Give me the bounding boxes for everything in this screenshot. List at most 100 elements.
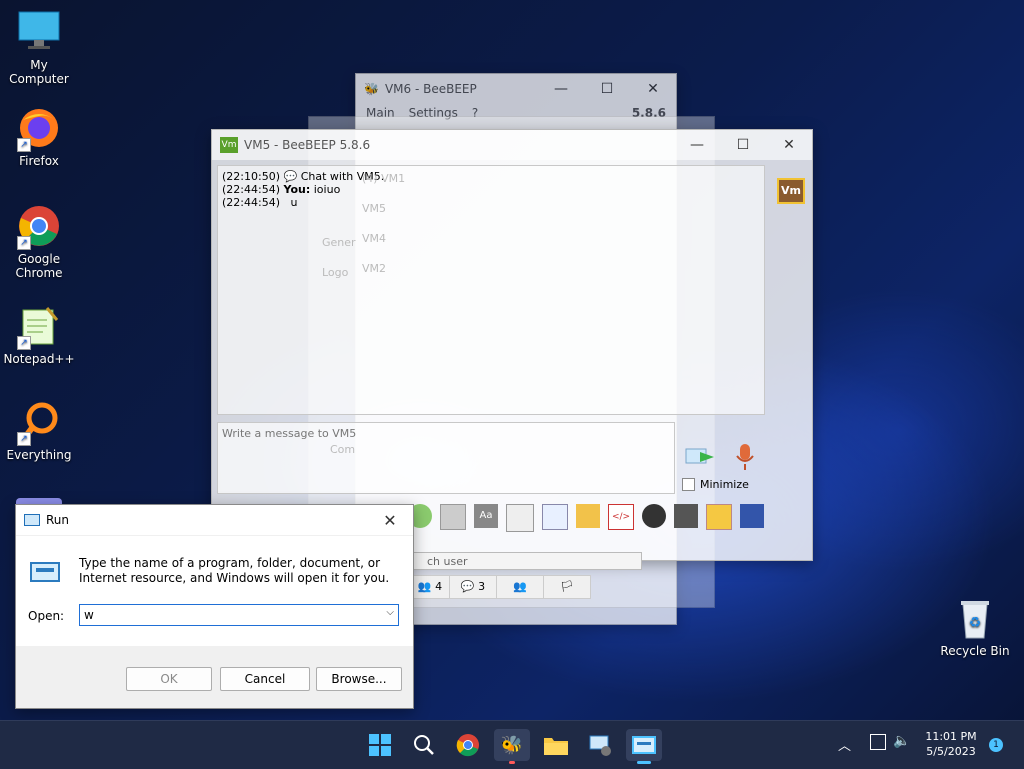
desktop-icon-label-line1: Google: [17, 252, 61, 266]
microphone-icon[interactable]: [734, 442, 756, 472]
run-icon: [632, 736, 656, 754]
vm5-avatar: Vm: [777, 178, 805, 204]
vm6-maximize-button[interactable]: ☐: [584, 74, 630, 104]
notification-badge[interactable]: 1: [989, 738, 1003, 752]
run-open-input[interactable]: w ⌵: [79, 604, 399, 626]
code-icon[interactable]: </>: [608, 504, 634, 530]
desktop-icon-firefox[interactable]: ↗ Firefox: [1, 106, 77, 168]
run-icon: [24, 514, 40, 526]
run-title: Run: [46, 513, 70, 527]
vm6-tab-chats[interactable]: 💬 3: [450, 576, 497, 598]
vm5-close-button[interactable]: ✕: [766, 130, 812, 160]
folder-share-icon[interactable]: [576, 504, 600, 528]
vm5-chat-area[interactable]: (22:10:50) 💬 Chat with VM5. (22:44:54) Y…: [217, 165, 765, 415]
shortcut-arrow-icon: ↗: [17, 236, 31, 250]
desktop-icon-everything[interactable]: ↗ Everything: [1, 400, 77, 462]
taskbar-clock[interactable]: 11:01 PM 5/5/2023: [920, 729, 982, 759]
run-ok-button[interactable]: OK: [126, 667, 212, 691]
recycle-bin-icon: ♻: [953, 596, 997, 640]
vm5-toolbar: Aa </>: [408, 504, 764, 532]
vm6-titlebar[interactable]: 🐝 VM6 - BeeBEEP — ☐ ✕: [356, 74, 676, 104]
minimize-checkbox[interactable]: [682, 478, 695, 491]
taskbar-search-button[interactable]: [406, 729, 442, 761]
chat-bubble-icon: 💬: [283, 170, 298, 183]
floppy-save-icon[interactable]: [740, 504, 764, 528]
ghost-user-list: (4) VM1 VM5 VM4 VM2: [362, 172, 532, 292]
vm5-maximize-button[interactable]: ☐: [720, 130, 766, 160]
desktop-icon-label-line2: Chrome: [15, 266, 63, 280]
ghost-user: VM2: [362, 262, 387, 275]
volume-icon[interactable]: 🔈: [893, 733, 910, 749]
desktop-icon-label: Firefox: [19, 154, 59, 168]
shortcut-arrow-icon: ↗: [17, 336, 31, 350]
send-message-icon[interactable]: [684, 444, 716, 470]
remote-desktop-icon: [589, 735, 611, 756]
minimize-checkbox-row[interactable]: Minimize: [682, 478, 749, 491]
desktop-icon-my-computer[interactable]: My Computer: [1, 10, 77, 86]
desktop-icon-google-chrome[interactable]: ↗ Google Chrome: [1, 204, 77, 280]
vm6-close-button[interactable]: ✕: [630, 74, 676, 104]
network-icon[interactable]: [870, 734, 886, 750]
ghost-sidebar-com: Com: [330, 443, 356, 456]
run-cancel-button[interactable]: Cancel: [220, 667, 310, 691]
computer-icon: [17, 10, 61, 54]
shortcut-arrow-icon: ↗: [17, 432, 31, 446]
chrome-icon: ↗: [17, 204, 61, 250]
taskbar-beebeep-button[interactable]: 🐝: [494, 729, 530, 764]
taskbar-chrome-button[interactable]: [450, 729, 486, 761]
svg-text:♻: ♻: [969, 615, 982, 631]
vm6-tab-shares-icon[interactable]: 🏳: [544, 576, 590, 598]
taskbar-file-explorer-button[interactable]: [538, 729, 574, 761]
everything-search-icon: ↗: [17, 400, 61, 446]
firefox-icon: ↗: [17, 106, 61, 152]
show-hidden-icons-chevron-icon[interactable]: ︿: [838, 735, 851, 754]
search-icon: [414, 735, 434, 755]
vm6-tab-groups-icon[interactable]: 👥: [497, 576, 544, 598]
screenshot-icon[interactable]: [440, 504, 466, 530]
desktop-icon-notepadpp[interactable]: ↗ Notepad++: [1, 304, 77, 366]
run-description: Type the name of a program, folder, docu…: [79, 556, 390, 585]
clock-time: 11:01 PM: [925, 730, 977, 743]
camera-icon[interactable]: [642, 504, 666, 528]
vm5-titlebar[interactable]: Vm VM5 - BeeBEEP 5.8.6 — ☐ ✕: [212, 130, 812, 160]
minimize-label: Minimize: [700, 478, 749, 491]
vm5-message-input[interactable]: Write a message to VM5: [217, 422, 675, 494]
desktop-icon-label: Notepad++: [3, 352, 75, 366]
save-chat-icon[interactable]: [542, 504, 568, 530]
run-close-button[interactable]: ✕: [367, 505, 413, 535]
run-open-value: w: [84, 608, 94, 622]
run-browse-button[interactable]: Browse...: [316, 667, 402, 691]
vm6-minimize-button[interactable]: —: [538, 74, 584, 104]
desktop-icon-recycle-bin[interactable]: ♻ Recycle Bin: [937, 596, 1013, 658]
ghost-user: VM5: [362, 202, 387, 215]
windows-logo-icon: [369, 734, 391, 756]
taskbar-active-indicator: [637, 761, 651, 764]
font-icon[interactable]: Aa: [474, 504, 498, 528]
desktop-icon-label: My Computer: [9, 58, 69, 86]
vm6-search-user-input[interactable]: ch user: [412, 552, 642, 570]
start-button[interactable]: [362, 729, 398, 761]
vm6-tab-users[interactable]: 👥 4: [411, 576, 450, 598]
settings-icon[interactable]: [706, 504, 732, 530]
run-body: Type the name of a program, folder, docu…: [16, 536, 413, 646]
vm5-beebeep-window[interactable]: Vm VM5 - BeeBEEP 5.8.6 — ☐ ✕ (22:10:50) …: [211, 129, 813, 561]
desktop-icon-label: Everything: [6, 448, 72, 462]
run-titlebar[interactable]: Run ✕: [16, 505, 413, 535]
taskbar-network-app-button[interactable]: [582, 729, 618, 761]
run-dialog[interactable]: Run ✕ Type the name of a program, folder…: [15, 504, 414, 709]
vm5-minimize-button[interactable]: —: [674, 130, 720, 160]
history-icon[interactable]: [674, 504, 698, 528]
vm6-bottom-tabs: 👥 4 💬 3 👥 🏳: [410, 575, 591, 599]
chevron-down-icon[interactable]: ⌵: [386, 607, 394, 618]
bee-icon: 🐝: [364, 82, 379, 96]
vm6-title: VM6 - BeeBEEP: [384, 82, 477, 96]
bee-icon: 🐝: [500, 734, 524, 756]
taskbar-run-button[interactable]: [626, 729, 662, 764]
file-icon[interactable]: [506, 504, 534, 532]
clock-date: 5/5/2023: [926, 745, 976, 758]
ghost-user: VM4: [362, 232, 387, 245]
vm5-title: VM5 - BeeBEEP 5.8.6: [244, 138, 371, 152]
beebeep-vm-icon: Vm: [220, 137, 238, 153]
taskbar: 🐝 ︿ 🔈 11:01 PM 5/5/2023 1: [0, 720, 1024, 769]
taskbar-active-indicator: [509, 761, 515, 764]
